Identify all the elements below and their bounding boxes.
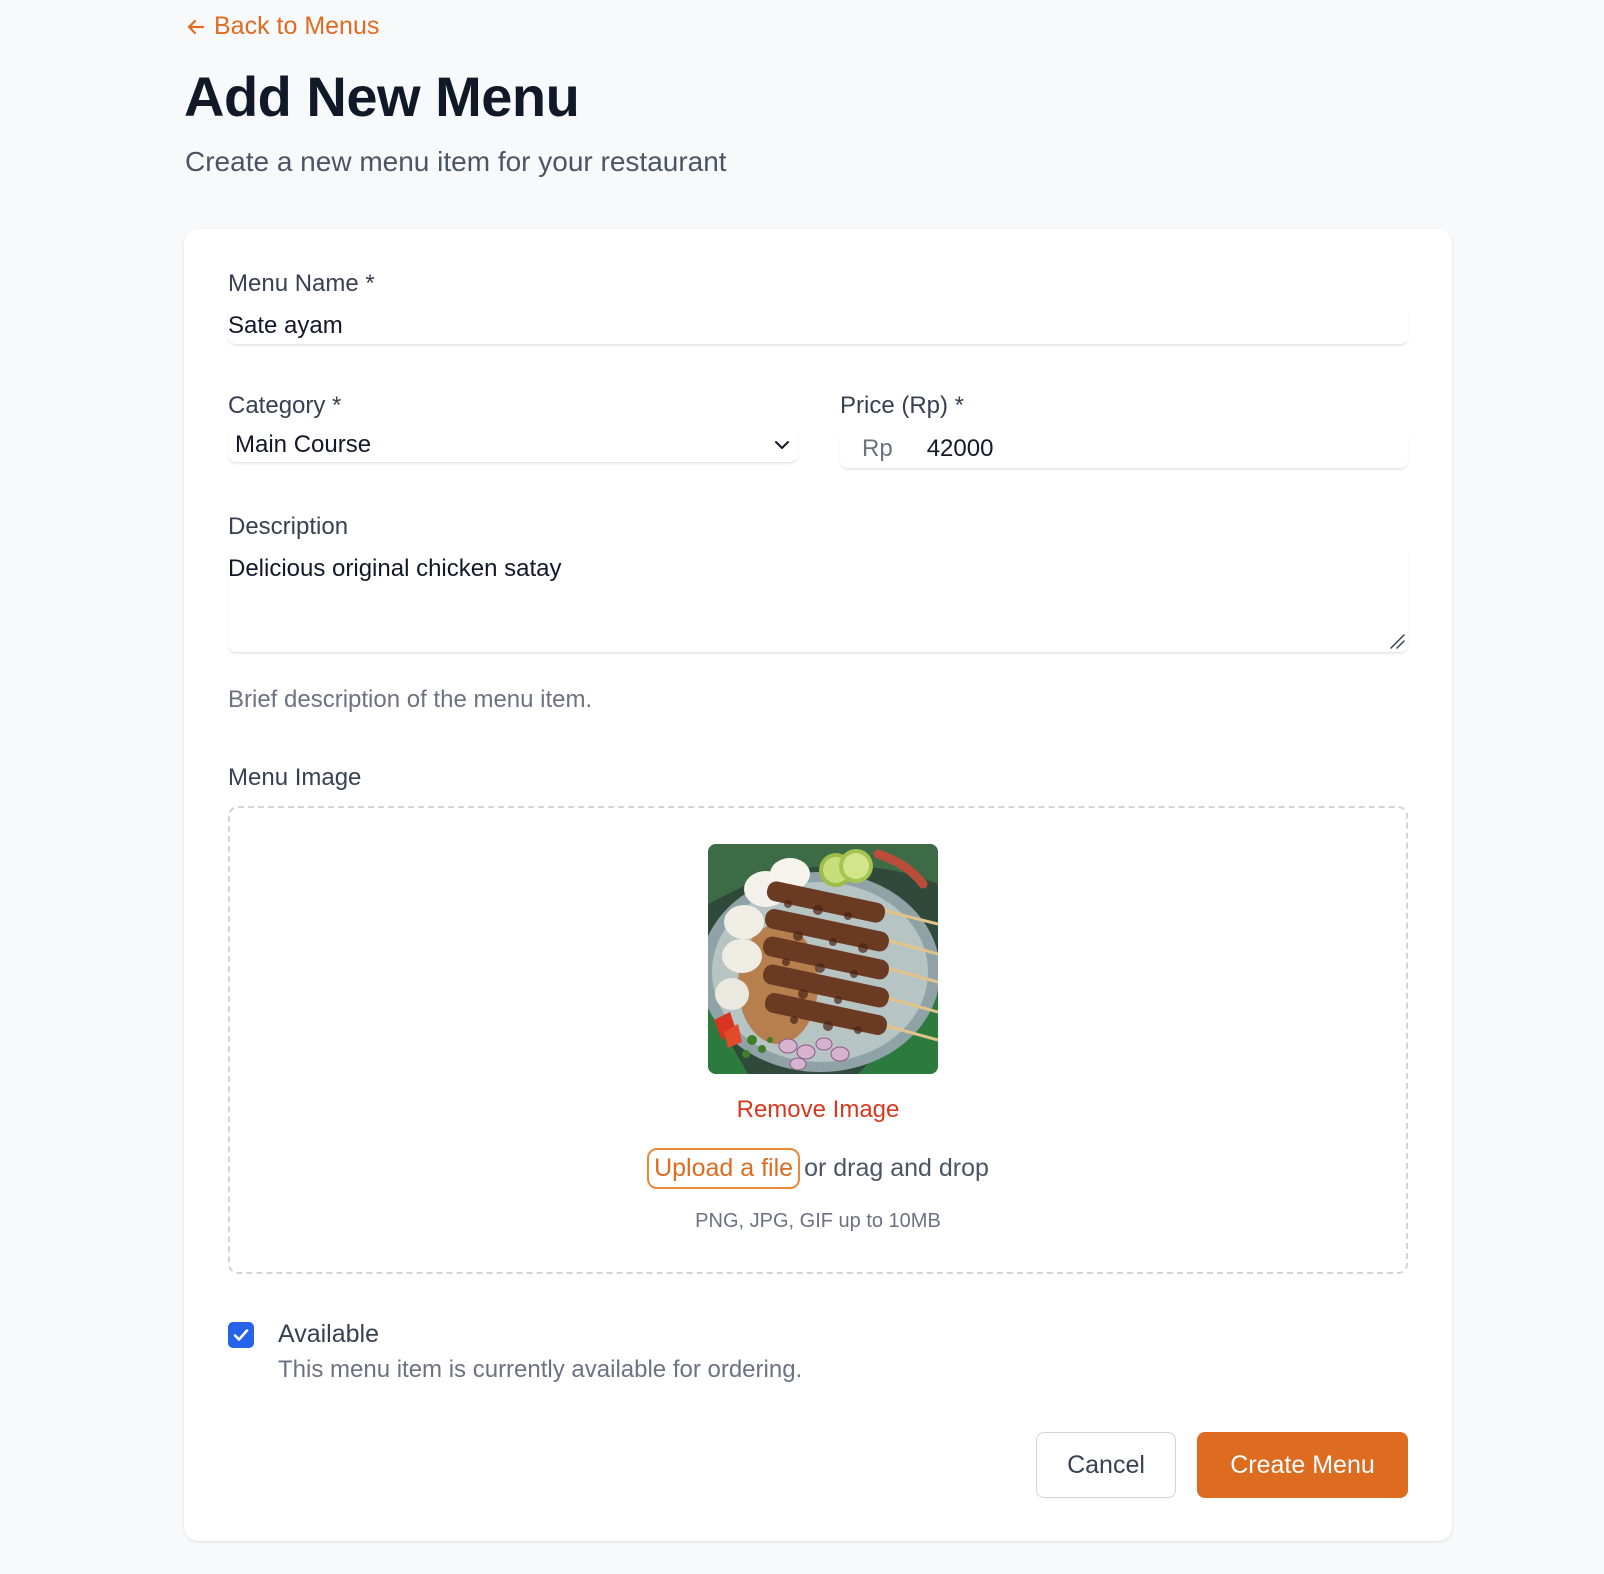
page-title: Add New Menu [184, 65, 580, 128]
upload-file-link[interactable]: Upload a file [647, 1148, 801, 1189]
menu-image-preview [708, 844, 938, 1074]
available-help: This menu item is currently available fo… [278, 1356, 803, 1383]
page: Back to Menus Add New Menu Create a new … [0, 0, 1604, 1574]
remove-image-button[interactable]: Remove Image [230, 1096, 1406, 1124]
price-input[interactable]: Rp 42000 [840, 429, 1408, 469]
back-link-label: Back to Menus [214, 12, 380, 40]
menu-name-value: Sate ayam [228, 311, 343, 339]
category-label: Category * [228, 392, 342, 419]
description-help: Brief description of the menu item. [228, 686, 593, 713]
menu-image-label: Menu Image [228, 764, 362, 791]
menu-form-card: Menu Name * Sate ayam Category * Main Co… [184, 229, 1452, 1541]
description-label: Description [228, 513, 349, 540]
upload-row: Upload a file or drag and drop [230, 1148, 1406, 1189]
category-value: Main Course [235, 430, 372, 458]
create-menu-button[interactable]: Create Menu [1197, 1432, 1408, 1498]
back-to-menus-link[interactable]: Back to Menus [184, 12, 379, 41]
arrow-left-icon [187, 19, 205, 34]
price-label: Price (Rp) * [840, 392, 965, 419]
resize-handle-icon[interactable] [1388, 632, 1406, 650]
menu-name-label: Menu Name * [228, 270, 375, 297]
drag-drop-text: or drag and drop [804, 1154, 989, 1182]
price-value: 42000 [926, 434, 994, 462]
checkmark-icon [233, 1329, 249, 1341]
image-dropzone[interactable]: Remove Image Upload a file or drag and d… [228, 806, 1408, 1274]
menu-name-input[interactable]: Sate ayam [228, 307, 1408, 345]
category-select[interactable]: Main Course [228, 427, 798, 463]
available-checkbox[interactable] [228, 1322, 254, 1348]
chevron-down-icon [775, 440, 789, 449]
currency-prefix: Rp [862, 434, 893, 462]
cancel-button[interactable]: Cancel [1036, 1432, 1176, 1498]
description-textarea[interactable]: Delicious original chicken satay [228, 547, 1408, 653]
available-label: Available [278, 1320, 380, 1348]
description-value: Delicious original chicken satay [228, 555, 562, 582]
page-subtitle: Create a new menu item for your restaura… [185, 146, 727, 177]
file-type-hint: PNG, JPG, GIF up to 10MB [695, 1210, 941, 1232]
